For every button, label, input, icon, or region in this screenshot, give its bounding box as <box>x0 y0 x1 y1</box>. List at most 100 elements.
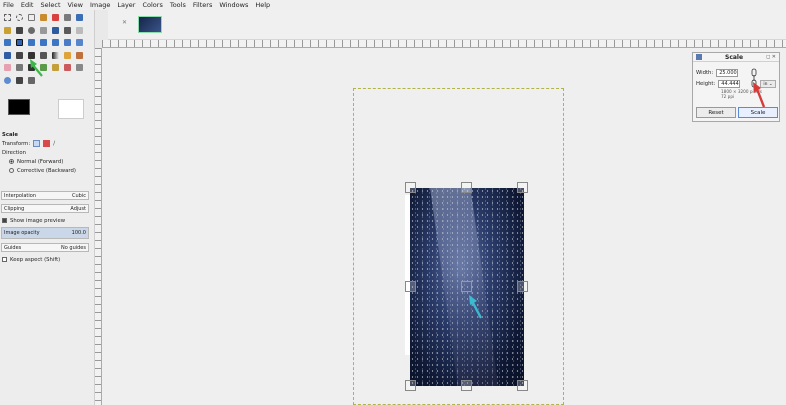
transform-selection-icon[interactable] <box>43 140 51 147</box>
clipping-value: Adjust <box>70 205 86 212</box>
width-label: Width: <box>696 70 714 76</box>
handle-transform-icon[interactable] <box>14 50 25 61</box>
tool-options-panel: Scale Transform: ∕ Direction Normal (For… <box>0 130 95 263</box>
scale-handle-bottom[interactable] <box>461 380 472 391</box>
interpolation-label: Interpolation <box>4 192 36 199</box>
height-input[interactable]: 44.444 <box>718 80 741 88</box>
cage-icon[interactable] <box>62 37 73 48</box>
show-preview-option[interactable]: Show image preview <box>0 216 65 225</box>
eraser-icon[interactable] <box>2 62 13 73</box>
close-icon[interactable]: ◻ ✕ <box>766 54 776 60</box>
shear-icon[interactable] <box>26 37 37 48</box>
checkbox-icon <box>2 218 7 223</box>
heal-icon[interactable] <box>62 62 73 73</box>
menu-windows[interactable]: Windows <box>219 1 248 9</box>
color-picker-icon[interactable] <box>14 25 25 36</box>
close-icon[interactable]: ✕ <box>122 19 130 27</box>
menu-select[interactable]: Select <box>40 1 60 9</box>
keep-aspect-option[interactable]: Keep aspect (Shift) <box>0 255 60 264</box>
interpolation-value: Cubic <box>72 192 86 199</box>
clone-icon[interactable] <box>50 62 61 73</box>
reset-button[interactable]: Reset <box>696 107 736 118</box>
scale-center-handle[interactable] <box>461 281 472 292</box>
scale-handle-right[interactable] <box>517 281 528 292</box>
clipping-label: Clipping <box>4 205 25 212</box>
unified-transform-icon[interactable] <box>2 50 13 61</box>
height-label: Height: <box>696 81 716 87</box>
radio-icon <box>9 168 14 173</box>
align-icon[interactable] <box>62 25 73 36</box>
direction-normal-option[interactable]: Normal (Forward) <box>0 157 95 166</box>
guides-select[interactable]: Guides No guides <box>1 243 89 252</box>
scale-handle-left[interactable] <box>405 281 416 292</box>
zoom-icon[interactable] <box>26 25 37 36</box>
transform-layer-icon[interactable] <box>33 140 41 147</box>
width-input[interactable]: 25.000 <box>716 69 739 77</box>
warp-icon[interactable] <box>74 37 85 48</box>
height-row: Height: 44.444 <box>696 80 741 88</box>
paths-icon[interactable] <box>2 25 13 36</box>
scale-icon[interactable] <box>14 37 25 48</box>
green-arrow-pointer <box>30 59 43 77</box>
checkbox-icon <box>2 257 7 262</box>
scale-handle-top-left[interactable] <box>405 182 416 193</box>
scale-handle-bottom-left[interactable] <box>405 380 416 391</box>
color-select-icon[interactable] <box>50 12 61 23</box>
dodge-burn-icon[interactable] <box>14 75 25 86</box>
smudge-icon[interactable] <box>74 62 85 73</box>
rotate-icon[interactable] <box>2 37 13 48</box>
menubar: File Edit Select View Image Layer Colors… <box>0 0 786 10</box>
move-icon[interactable] <box>50 25 61 36</box>
radio-icon <box>9 159 14 164</box>
opacity-value: 100.0 <box>71 230 86 236</box>
scale-icon <box>696 54 702 60</box>
interpolation-select[interactable]: Interpolation Cubic <box>1 191 89 200</box>
tool-options-title: Scale <box>2 131 18 138</box>
scale-handle-top-right[interactable] <box>517 182 528 193</box>
menu-colors[interactable]: Colors <box>142 1 162 9</box>
width-row: Width: 25.000 <box>696 69 739 77</box>
rect-select-icon[interactable] <box>2 12 13 23</box>
menu-filters[interactable]: Filters <box>193 1 212 9</box>
measure-icon[interactable] <box>38 25 49 36</box>
tools-grid <box>2 12 88 87</box>
direction-corrective-label: Corrective (Backward) <box>17 167 76 174</box>
menu-help[interactable]: Help <box>255 1 270 9</box>
foreground-select-icon[interactable] <box>74 12 85 23</box>
image-opacity-slider[interactable]: Image opacity 100.0 <box>1 227 89 239</box>
free-select-icon[interactable] <box>26 12 37 23</box>
vertical-ruler <box>95 48 102 405</box>
pencil-icon[interactable] <box>62 50 73 61</box>
gradient-icon[interactable] <box>50 50 61 61</box>
flip-icon[interactable] <box>50 37 61 48</box>
scale-handle-bottom-right[interactable] <box>517 380 528 391</box>
image-thumbnail[interactable] <box>138 16 162 33</box>
transform-path-icon[interactable]: ∕ <box>53 140 60 147</box>
direction-label: Direction <box>2 149 26 156</box>
menu-image[interactable]: Image <box>90 1 110 9</box>
direction-normal-label: Normal (Forward) <box>17 158 64 165</box>
fuzzy-select-icon[interactable] <box>38 12 49 23</box>
chevron-down-icon: ⌄ <box>768 81 773 87</box>
blur-icon[interactable] <box>2 75 13 86</box>
foreground-color-swatch[interactable] <box>8 99 30 115</box>
scissors-icon[interactable] <box>62 12 73 23</box>
menu-view[interactable]: View <box>68 1 83 9</box>
dialog-title: Scale <box>725 53 744 61</box>
paintbrush-icon[interactable] <box>74 50 85 61</box>
menu-tools[interactable]: Tools <box>170 1 186 9</box>
red-arrow-pointer <box>753 82 766 108</box>
direction-corrective-option[interactable]: Corrective (Backward) <box>0 166 95 175</box>
background-color-swatch[interactable] <box>58 99 84 119</box>
clipping-select[interactable]: Clipping Adjust <box>1 204 89 213</box>
scale-handle-top[interactable] <box>461 182 472 193</box>
perspective-icon[interactable] <box>38 37 49 48</box>
guides-label: Guides <box>4 244 22 251</box>
crop-icon[interactable] <box>74 25 85 36</box>
guides-value: No guides <box>61 244 86 251</box>
menu-edit[interactable]: Edit <box>21 1 34 9</box>
airbrush-icon[interactable] <box>14 62 25 73</box>
menu-file[interactable]: File <box>3 1 14 9</box>
menu-layer[interactable]: Layer <box>117 1 135 9</box>
ellipse-select-icon[interactable] <box>14 12 25 23</box>
